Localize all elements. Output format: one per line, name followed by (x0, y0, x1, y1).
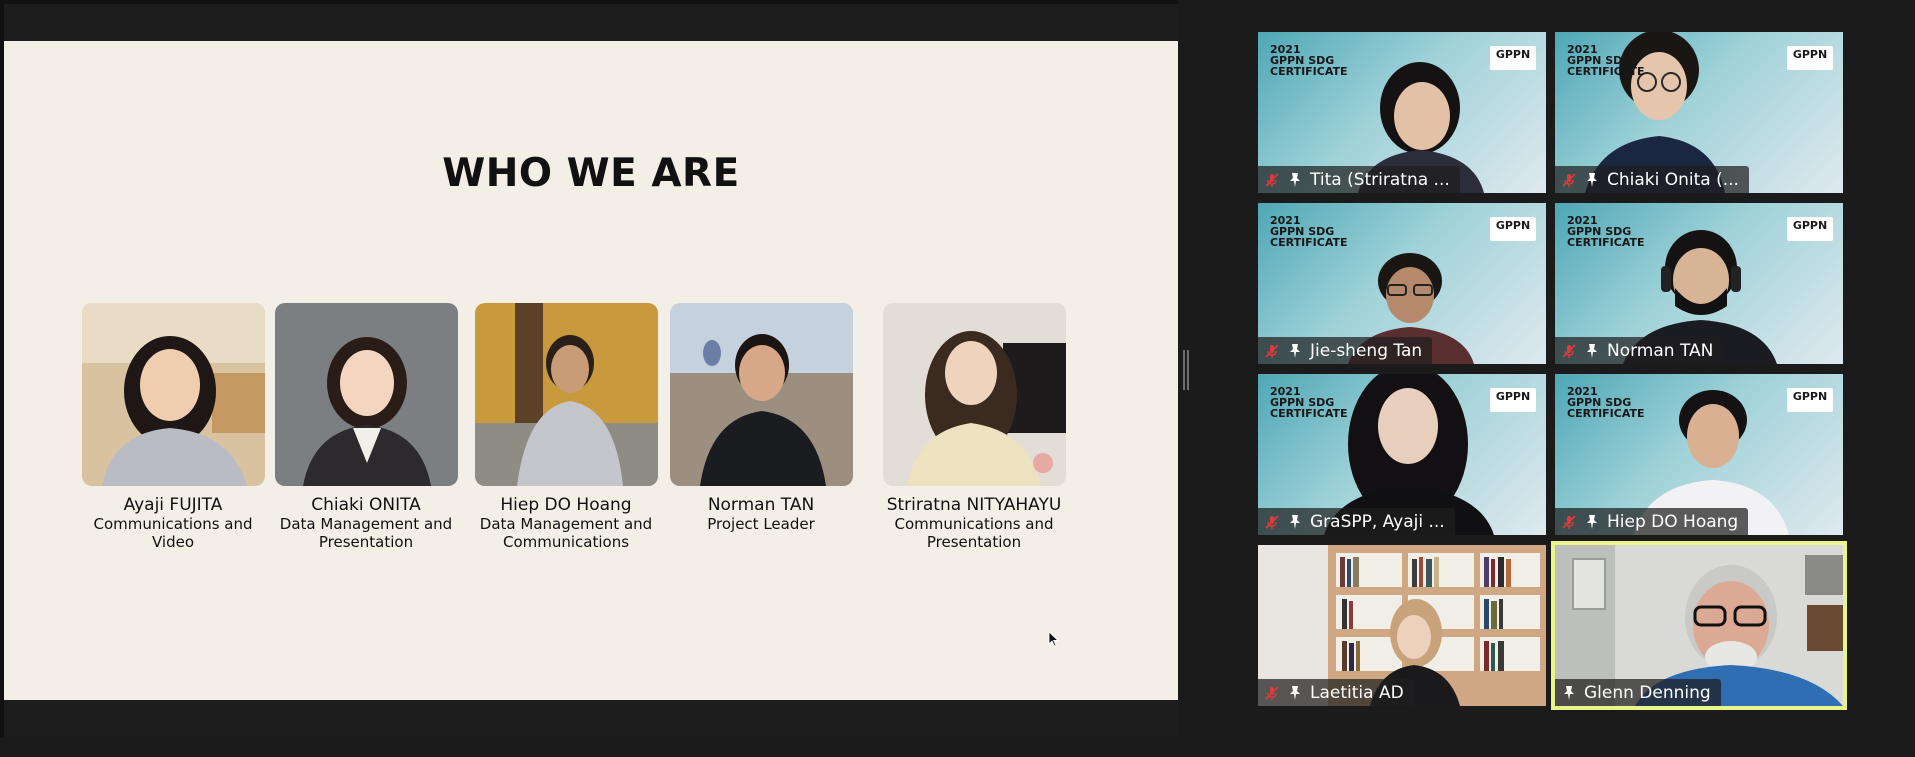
mic-muted-icon[interactable] (1561, 514, 1577, 530)
team-member-card: Hiep DO Hoang Data Management and Commun… (466, 303, 666, 551)
participant-name: Jie-sheng Tan (1310, 340, 1423, 361)
video-tile[interactable]: 2021 GPPN SDG CERTIFICATE GPPN Jie-sheng… (1258, 203, 1546, 364)
gppn-logo: GPPN (1490, 46, 1536, 70)
member-role: Project Leader (707, 515, 815, 533)
member-photo (882, 303, 1066, 486)
mic-muted-icon[interactable] (1264, 343, 1280, 359)
gppn-logo: GPPN (1787, 388, 1833, 412)
pin-icon[interactable] (1287, 514, 1303, 530)
video-tile[interactable]: Laetitia AD (1258, 545, 1546, 706)
team-member-card: Chiaki ONITA Data Management and Present… (266, 303, 466, 551)
participant-name: GraSPP, Ayaji ... (1310, 511, 1445, 532)
member-photo (474, 303, 658, 486)
video-tile[interactable]: 2021 GPPN SDG CERTIFICATE GPPN Tita (Str… (1258, 32, 1546, 193)
participant-name-bar: Jie-sheng Tan (1258, 337, 1433, 364)
member-role: Communications and (894, 515, 1054, 533)
member-role: Presentation (318, 533, 414, 551)
virtual-background-certificate-text: 2021 GPPN SDG CERTIFICATE (1567, 43, 1645, 78)
share-letterbox-top (4, 4, 1178, 41)
participant-name-bar: Laetitia AD (1258, 679, 1414, 706)
video-tile[interactable]: 2021 GPPN SDG CERTIFICATE GPPN Hiep DO H… (1555, 374, 1843, 535)
team-member-card: Norman TAN Project Leader (661, 303, 861, 533)
participant-name-bar: Tita (Striratna ... (1258, 166, 1460, 193)
shared-screen: WHO WE ARE Ayaji FUJITA Communications a… (0, 0, 1178, 737)
virtual-background-certificate-text: 2021 GPPN SDG CERTIFICATE (1270, 43, 1348, 78)
pin-icon[interactable] (1287, 343, 1303, 359)
participant-name: Hiep DO Hoang (1607, 511, 1739, 532)
team-member-card: Striratna NITYAHAYU Communications and P… (869, 303, 1079, 551)
member-name: Norman TAN (707, 495, 815, 515)
participant-name-bar: Glenn Denning (1555, 679, 1721, 706)
virtual-background-certificate-text: 2021 GPPN SDG CERTIFICATE (1270, 214, 1348, 249)
panel-splitter-handle[interactable] (1183, 350, 1189, 390)
pin-icon[interactable] (1584, 343, 1600, 359)
virtual-background-certificate-text: 2021 GPPN SDG CERTIFICATE (1567, 385, 1645, 420)
participant-name: Glenn Denning (1584, 682, 1711, 703)
member-role: Video (151, 533, 195, 551)
virtual-background-certificate-text: 2021 GPPN SDG CERTIFICATE (1567, 214, 1645, 249)
participant-name: Chiaki Onita (... (1607, 169, 1739, 190)
team-member-card: Ayaji FUJITA Communications and Video (73, 303, 273, 551)
participant-name-bar: GraSPP, Ayaji ... (1258, 508, 1455, 535)
participant-name: Norman TAN (1607, 340, 1714, 361)
member-name: Striratna NITYAHAYU (886, 495, 1062, 515)
pin-icon[interactable] (1584, 172, 1600, 188)
participant-name-bar: Chiaki Onita (... (1555, 166, 1749, 193)
member-photo (274, 303, 458, 486)
member-name: Chiaki ONITA (311, 495, 421, 515)
participant-name-bar: Hiep DO Hoang (1555, 508, 1749, 535)
share-letterbox-bottom (4, 700, 1178, 737)
gppn-logo: GPPN (1787, 46, 1833, 70)
mic-muted-icon[interactable] (1561, 172, 1577, 188)
member-name: Hiep DO Hoang (500, 495, 632, 515)
gppn-logo: GPPN (1787, 217, 1833, 241)
participant-name-bar: Norman TAN (1555, 337, 1724, 364)
video-tile-active-speaker[interactable]: Glenn Denning (1551, 541, 1847, 710)
video-tile[interactable]: 2021 GPPN SDG CERTIFICATE GPPN GraSPP, A… (1258, 374, 1546, 535)
participant-name: Tita (Striratna ... (1310, 169, 1450, 190)
mic-muted-icon[interactable] (1561, 343, 1577, 359)
participant-name: Laetitia AD (1310, 682, 1404, 703)
mic-muted-icon[interactable] (1264, 172, 1280, 188)
mic-muted-icon[interactable] (1264, 514, 1280, 530)
video-tile[interactable]: 2021 GPPN SDG CERTIFICATE GPPN Norman TA… (1555, 203, 1843, 364)
virtual-background-certificate-text: 2021 GPPN SDG CERTIFICATE (1270, 385, 1348, 420)
mouse-cursor-icon (1048, 631, 1060, 647)
video-tile[interactable]: 2021 GPPN SDG CERTIFICATE GPPN Chiaki On… (1555, 32, 1843, 193)
member-photo (81, 303, 265, 486)
member-name: Ayaji FUJITA (123, 495, 223, 515)
slide-title: WHO WE ARE (442, 151, 740, 196)
presentation-slide: WHO WE ARE Ayaji FUJITA Communications a… (4, 41, 1178, 700)
pin-icon[interactable] (1561, 685, 1577, 701)
gppn-logo: GPPN (1490, 388, 1536, 412)
member-role: Data Management and (279, 515, 453, 533)
member-role: Communications (502, 533, 630, 551)
gppn-logo: GPPN (1490, 217, 1536, 241)
pin-icon[interactable] (1287, 172, 1303, 188)
pin-icon[interactable] (1287, 685, 1303, 701)
member-role: Presentation (926, 533, 1022, 551)
member-photo (669, 303, 853, 486)
pin-icon[interactable] (1584, 514, 1600, 530)
mic-muted-icon[interactable] (1264, 685, 1280, 701)
member-role: Data Management and (479, 515, 653, 533)
member-role: Communications and (93, 515, 253, 533)
